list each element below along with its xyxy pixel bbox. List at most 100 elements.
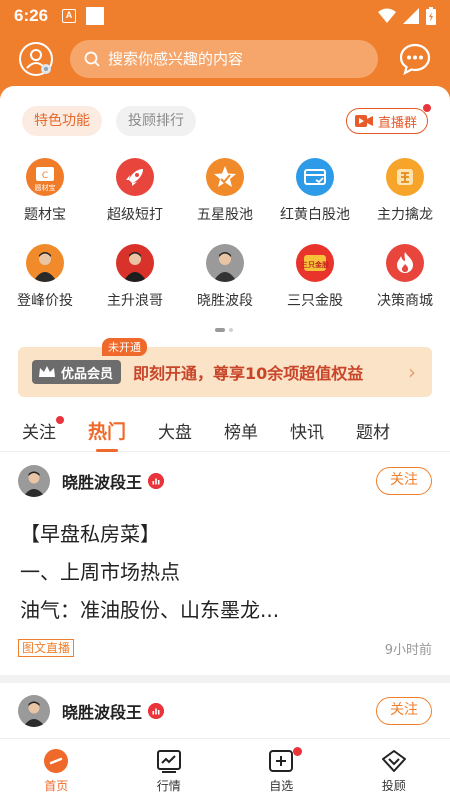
profile-button[interactable] — [18, 41, 54, 77]
feature-ryw-pool[interactable]: 红黄白股池 — [270, 154, 360, 240]
post-divider — [0, 675, 450, 683]
user-avatar-icon — [19, 42, 53, 76]
tab-theme[interactable]: 题材 — [356, 418, 390, 443]
feature-five-star-pool[interactable]: 五星股池 — [180, 154, 270, 240]
card-icon — [296, 158, 334, 196]
video-camera-icon — [354, 115, 373, 127]
vip-badge: 优品会员 — [32, 360, 122, 384]
tab-label: 榜单 — [224, 423, 259, 443]
svg-text:C: C — [42, 171, 48, 181]
vip-badge-label: 优品会员 — [61, 366, 114, 382]
tab-label: 热门 — [88, 421, 127, 443]
tab-hot[interactable]: 热门 — [88, 417, 127, 452]
live-group-label: 直播群 — [377, 115, 417, 131]
avatar[interactable] — [18, 695, 50, 727]
post-content: 【早盘私房菜】 一、上周市场热点 油气：准油股份、山东墨龙... — [20, 515, 279, 629]
tab-market[interactable]: 大盘 — [158, 418, 192, 443]
tab-label: 题材 — [356, 423, 391, 443]
page-dot-active — [215, 328, 225, 332]
notification-square-icon — [86, 7, 105, 25]
feature-label: 晓胜波段 — [197, 293, 253, 309]
advisor-icon — [381, 750, 406, 772]
feature-theme-treasure[interactable]: C 题材宝 题材宝 — [0, 154, 90, 240]
feature-super-short[interactable]: 超级短打 — [90, 154, 180, 240]
svg-text:三只金股: 三只金股 — [301, 260, 330, 269]
nav-label: 首页 — [44, 779, 69, 793]
post-line: 油气：准油股份、山东墨龙... — [20, 598, 280, 622]
chevron-right-icon: › — [408, 360, 416, 384]
nav-label: 投顾 — [381, 779, 406, 793]
status-indicators — [378, 7, 436, 25]
follow-button[interactable]: 关注 — [376, 697, 432, 725]
post-timestamp: 9小时前 — [384, 643, 432, 658]
post-author[interactable]: 晓胜波段王 — [18, 695, 165, 727]
feature-label: 三只金股 — [287, 293, 343, 309]
tab-follow[interactable]: 关注 — [22, 416, 64, 443]
tab-label: 关注 — [22, 423, 56, 443]
theme-treasure-icon: C 题材宝 — [26, 158, 64, 196]
feature-row-2: 登峰价投 主升浪哥 晓胜波段 三只金股 三只金股 决策商城 — [0, 240, 450, 326]
tab-ranking[interactable]: 榜单 — [224, 418, 258, 443]
follow-notification-dot — [56, 416, 64, 424]
flame-icon — [386, 244, 424, 282]
feature-zhushenglang[interactable]: 主升浪哥 — [90, 240, 180, 326]
nav-market[interactable]: 行情 — [113, 739, 226, 800]
feature-label: 超级短打 — [107, 207, 163, 223]
page-indicator — [215, 328, 233, 332]
advisor-avatar-icon — [206, 244, 244, 282]
content-tabs: 关注 热门 大盘 榜单 快讯 题材 — [0, 410, 450, 452]
search-icon — [84, 51, 100, 67]
tab-label: 大盘 — [158, 423, 193, 443]
nav-home[interactable]: 首页 — [0, 739, 113, 800]
feature-label: 登峰价投 — [17, 293, 73, 309]
feature-label: 决策商城 — [377, 293, 433, 309]
tab-advisor-ranking[interactable]: 投顾排行 — [116, 106, 196, 136]
live-notification-dot — [422, 103, 432, 113]
feature-three-gold-stocks[interactable]: 三只金股 三只金股 — [270, 240, 360, 326]
advisor-avatar-icon — [26, 244, 64, 282]
signal-icon — [403, 8, 419, 24]
star-icon — [206, 158, 244, 196]
bottom-navigation: 首页 行情 自选 投顾 — [0, 738, 450, 800]
status-bar: 6:26 A — [0, 0, 450, 32]
follow-button[interactable]: 关注 — [376, 467, 432, 495]
feature-dengfeng[interactable]: 登峰价投 — [0, 240, 90, 326]
wifi-icon — [378, 8, 396, 23]
tab-flash-news[interactable]: 快讯 — [290, 418, 324, 443]
feature-label: 五星股池 — [197, 207, 253, 223]
vip-status-tag: 未开通 — [102, 338, 147, 356]
feature-label: 红黄白股池 — [280, 207, 350, 223]
dragon-icon — [386, 158, 424, 196]
advisor-avatar-icon — [116, 244, 154, 282]
vip-banner[interactable]: 优品会员 未开通 即刻开通，尊享10余项超值权益 › — [18, 338, 432, 397]
tab-special-features[interactable]: 特色功能 — [22, 106, 102, 136]
svg-text:题材宝: 题材宝 — [35, 183, 56, 192]
live-group-button[interactable]: 直播群 — [345, 103, 432, 134]
feature-decision-mall[interactable]: 决策商城 — [360, 240, 450, 326]
feed-post[interactable]: 晓胜波段王 关注 【早盘私房菜】 一、上周市场热点 油气：准油股份、山东墨龙..… — [0, 453, 450, 675]
feed-post[interactable]: 晓胜波段王 关注 — [0, 683, 450, 738]
post-author[interactable]: 晓胜波段王 — [18, 465, 165, 497]
author-name[interactable]: 晓胜波段王 — [62, 699, 142, 723]
certified-chart-icon — [148, 473, 165, 489]
post-line: 【早盘私房菜】 — [20, 522, 160, 546]
message-button[interactable] — [398, 42, 432, 76]
notification-a-icon: A — [62, 9, 77, 23]
author-name[interactable]: 晓胜波段王 — [62, 469, 142, 493]
search-input[interactable] — [108, 50, 368, 68]
battery-icon — [426, 7, 436, 25]
app-screen: 6:26 A 搜索你感兴趣的内容 特色功能 投顾排行 直播群 C 题材宝 题材宝… — [0, 0, 450, 800]
feature-main-dragon[interactable]: 主力擒龙 — [360, 154, 450, 240]
avatar[interactable] — [18, 465, 50, 497]
home-icon — [44, 749, 69, 773]
nav-label: 行情 — [156, 779, 181, 793]
nav-advisor[interactable]: 投顾 — [338, 739, 450, 800]
post-line: 一、上周市场热点 — [20, 560, 180, 584]
search-bar[interactable] — [70, 40, 378, 78]
nav-watchlist[interactable]: 自选 — [225, 739, 338, 800]
feature-label: 主升浪哥 — [107, 293, 163, 309]
post-category-tag: 图文直播 — [18, 639, 75, 657]
feature-xiaosheng[interactable]: 晓胜波段 — [180, 240, 270, 326]
page-dot — [229, 328, 233, 332]
nav-label: 自选 — [269, 779, 294, 793]
